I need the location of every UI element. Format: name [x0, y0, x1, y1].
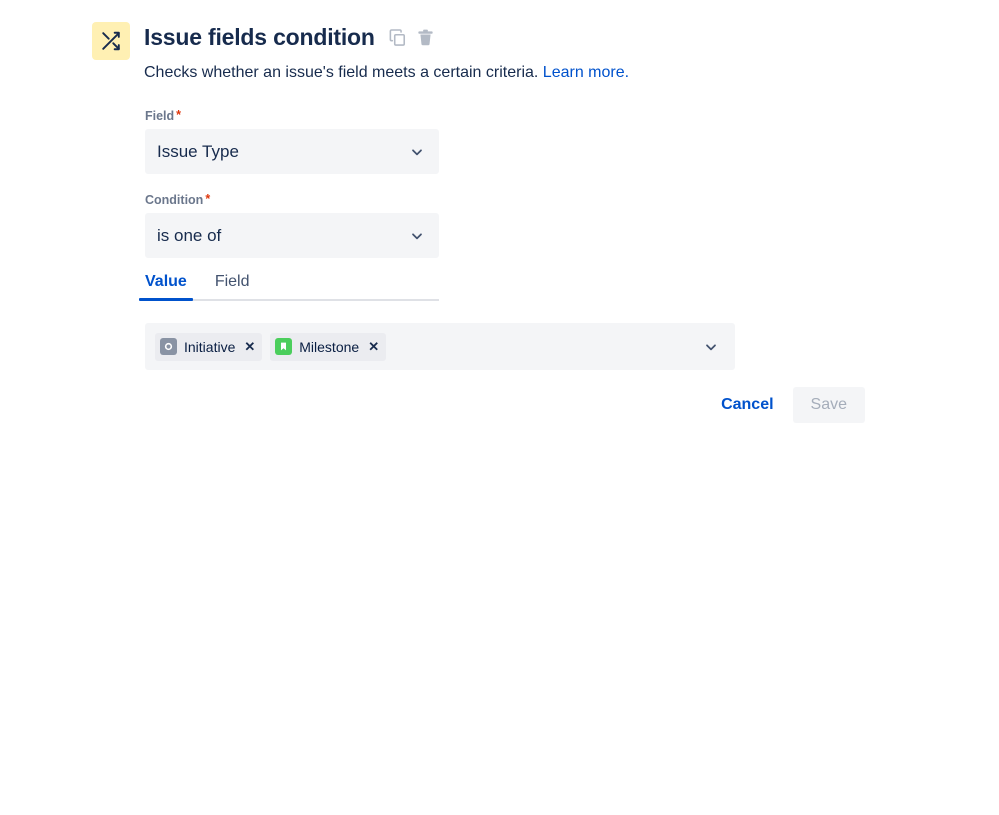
- field-group: Field * Issue Type: [145, 108, 865, 174]
- chip-milestone-label: Milestone: [299, 338, 360, 355]
- chip-initiative-remove-icon[interactable]: ✕: [244, 340, 255, 353]
- chip-milestone[interactable]: Milestone ✕: [270, 332, 387, 361]
- condition-group: Condition * is one of: [145, 192, 865, 258]
- value-multiselect[interactable]: Initiative ✕ Milestone ✕: [145, 323, 735, 370]
- copy-icon[interactable]: [388, 28, 407, 47]
- condition-required-marker: *: [205, 192, 211, 206]
- initiative-circle-icon: [160, 338, 177, 355]
- milestone-bookmark-icon: [275, 338, 293, 355]
- condition-label-text: Condition: [145, 193, 204, 207]
- learn-more-link[interactable]: Learn more.: [543, 64, 629, 81]
- description: Checks whether an issue's field meets a …: [144, 62, 629, 84]
- shuffle-icon: [92, 22, 130, 60]
- chevron-down-icon: [409, 144, 425, 160]
- description-text: Checks whether an issue's field meets a …: [144, 64, 539, 81]
- chevron-down-icon: [409, 228, 425, 244]
- trash-icon[interactable]: [416, 28, 435, 47]
- page-title: Issue fields condition: [144, 24, 375, 50]
- header: Issue fields condition Checks whether an…: [92, 22, 629, 84]
- condition-editor-page: Issue fields condition Checks whether an…: [0, 0, 999, 815]
- condition-form: Field * Issue Type Condition * is one of: [139, 108, 865, 370]
- title-block: Issue fields condition Checks whether an…: [144, 22, 629, 84]
- cancel-button[interactable]: Cancel: [711, 388, 783, 422]
- chip-initiative-label: Initiative: [184, 338, 236, 355]
- field-select[interactable]: Issue Type: [145, 129, 439, 174]
- condition-select-value: is one of: [157, 225, 222, 245]
- chevron-down-icon[interactable]: [703, 339, 719, 355]
- field-label-text: Field: [145, 109, 175, 123]
- tab-field[interactable]: Field: [209, 272, 256, 301]
- form-actions: Cancel Save: [145, 387, 865, 423]
- title-actions: [388, 28, 435, 47]
- condition-select[interactable]: is one of: [145, 213, 439, 258]
- chip-milestone-remove-icon[interactable]: ✕: [368, 340, 379, 353]
- tab-value[interactable]: Value: [139, 272, 193, 301]
- chip-initiative[interactable]: Initiative ✕: [155, 332, 263, 361]
- field-select-value: Issue Type: [157, 141, 239, 161]
- value-field-tabs: Value Field: [139, 272, 439, 301]
- save-button[interactable]: Save: [792, 387, 865, 423]
- condition-label: Condition *: [145, 192, 865, 208]
- field-required-marker: *: [176, 108, 182, 122]
- title-line: Issue fields condition: [144, 23, 629, 51]
- chip-list: Initiative ✕ Milestone ✕: [155, 332, 703, 361]
- field-label: Field *: [145, 108, 865, 124]
